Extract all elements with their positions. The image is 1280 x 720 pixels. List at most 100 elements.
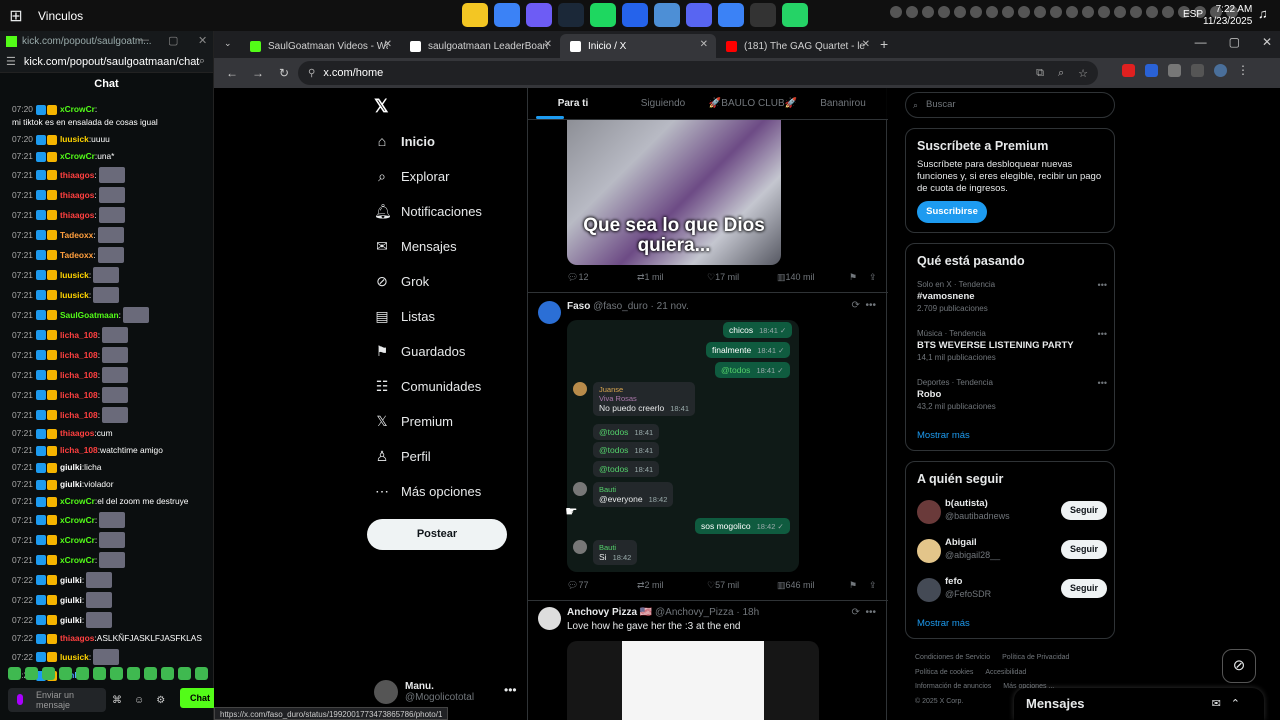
- folder-icon[interactable]: [462, 3, 488, 27]
- notification-bell-icon[interactable]: ♫: [1258, 6, 1268, 21]
- tweet-author-name[interactable]: Anchovy Pizza 🇺🇸: [567, 607, 652, 618]
- tweet-date[interactable]: · 18h: [736, 607, 759, 618]
- chat-username[interactable]: licha_108: [60, 444, 98, 457]
- repost-button[interactable]: ⇄ 2 mil: [637, 580, 707, 591]
- extension-icon[interactable]: [1145, 64, 1158, 77]
- post-button[interactable]: Postear: [367, 519, 507, 550]
- bookmark-icon[interactable]: ⚑: [849, 580, 869, 591]
- tab-close-icon[interactable]: ✕: [700, 39, 708, 50]
- chat-username[interactable]: licha_108: [60, 369, 98, 382]
- browser-tab[interactable]: SaulGoatmaan Videos - Watch✕: [240, 34, 400, 58]
- chat-username[interactable]: licha_108: [60, 349, 98, 362]
- media-controls-icon[interactable]: [1191, 64, 1204, 77]
- tab-close-icon[interactable]: ✕: [862, 39, 870, 50]
- extension-icon[interactable]: [1122, 64, 1135, 77]
- footer-link[interactable]: Condiciones de Servicio: [915, 654, 990, 661]
- chat-username[interactable]: thiaagos: [60, 169, 94, 182]
- tray-app-icon[interactable]: [1130, 6, 1142, 18]
- messages-drawer[interactable]: Mensajes ✉︎⌃: [1014, 688, 1264, 720]
- bookmark-icon[interactable]: ⚑: [849, 272, 869, 283]
- avatar[interactable]: [917, 539, 941, 563]
- chrome-icon[interactable]: [718, 3, 744, 27]
- browser-tab[interactable]: Inicio / X ✕: [560, 34, 716, 58]
- footer-link[interactable]: Accesibilidad: [985, 669, 1026, 676]
- tweet-date[interactable]: · 21 nov.: [651, 301, 689, 312]
- chat-username[interactable]: giulki: [60, 614, 82, 627]
- close-icon[interactable]: ✕: [1262, 35, 1272, 49]
- explorer-icon[interactable]: [654, 3, 680, 27]
- avatar[interactable]: [917, 578, 941, 602]
- nav-item-notificaciones[interactable]: 🔔︎ Notificaciones: [374, 198, 482, 224]
- whatsapp-icon[interactable]: [782, 3, 808, 27]
- follow-button[interactable]: Seguir: [1061, 501, 1107, 520]
- emoji-icon[interactable]: ☺: [134, 695, 144, 706]
- nav-item-grok[interactable]: ⊘ Grok: [374, 268, 429, 294]
- chat-username[interactable]: thiaagos: [60, 189, 94, 202]
- search-icon[interactable]: ⌕: [199, 55, 205, 68]
- tray-app-icon[interactable]: [970, 6, 982, 18]
- chat-username[interactable]: xCrowCr: [60, 103, 95, 116]
- footer-link[interactable]: Información de anuncios: [915, 683, 991, 690]
- nav-item-premium[interactable]: 𝕏 Premium: [374, 408, 453, 434]
- follow-button[interactable]: Seguir: [1061, 540, 1107, 559]
- chat-username[interactable]: licha_108: [60, 389, 98, 402]
- nav-item-inicio[interactable]: ⌂ Inicio: [374, 128, 435, 154]
- settings-gear-icon[interactable]: ⚙: [156, 695, 165, 706]
- tray-app-icon[interactable]: [1050, 6, 1062, 18]
- tray-app-icon[interactable]: [1066, 6, 1078, 18]
- more-icon[interactable]: •••: [504, 683, 517, 697]
- views-button[interactable]: ▥ 140 mil: [777, 272, 849, 283]
- avatar[interactable]: [538, 301, 561, 324]
- forward-arrow-icon[interactable]: →: [246, 66, 270, 80]
- address-bar[interactable]: ⚲ x.com/home ⧉ ⌕ ☆: [298, 61, 1098, 85]
- chat-username[interactable]: thiaagos: [60, 209, 94, 222]
- close-icon[interactable]: ✕: [198, 34, 207, 47]
- extensions-puzzle-icon[interactable]: [1168, 64, 1181, 77]
- search-input[interactable]: ⌕ Buscar: [905, 92, 1115, 118]
- trend-item[interactable]: Solo en X · Tendencia #vamosnene 2.709 pub…: [917, 280, 1107, 314]
- chat-username[interactable]: xCrowCr: [60, 150, 95, 163]
- chat-username[interactable]: giulki: [60, 461, 82, 474]
- tray-app-icon[interactable]: [954, 6, 966, 18]
- tray-app-icon[interactable]: [1018, 6, 1030, 18]
- emote-icon[interactable]: [127, 667, 140, 680]
- tray-app-icon[interactable]: [1162, 6, 1174, 18]
- windows-start-icon[interactable]: ⊞: [0, 0, 32, 31]
- avatar[interactable]: [917, 500, 941, 524]
- emote-icon[interactable]: [195, 667, 208, 680]
- emote-icon[interactable]: [42, 667, 55, 680]
- tweet-author-handle[interactable]: @Anchovy_Pizza: [655, 607, 734, 618]
- tray-app-icon[interactable]: [1034, 6, 1046, 18]
- discord-icon[interactable]: [686, 3, 712, 27]
- footer-link[interactable]: © 2025 X Corp.: [915, 698, 963, 705]
- chat-username[interactable]: licha_108: [60, 409, 98, 422]
- emote-icon[interactable]: [25, 667, 38, 680]
- tray-app-icon[interactable]: [938, 6, 950, 18]
- tray-app-icon[interactable]: [906, 6, 918, 18]
- tray-app-icon[interactable]: [986, 6, 998, 18]
- follow-suggestion[interactable]: fefo @FefoSDR Seguir: [917, 576, 1107, 606]
- chat-input[interactable]: Enviar un mensaje: [8, 688, 106, 712]
- chat-username[interactable]: giulki: [60, 594, 82, 607]
- chat-username[interactable]: giulki: [60, 478, 82, 491]
- chat-message-list[interactable]: 07:20 xCrowCr: mi tiktok es en ensalada d…: [0, 101, 214, 681]
- emote-icon[interactable]: [76, 667, 89, 680]
- nav-item-guardados[interactable]: ⚑ Guardados: [374, 338, 466, 364]
- subscribe-button[interactable]: Suscribirse: [917, 201, 987, 223]
- tweet-media-image[interactable]: chicos 18:41 ✓ finalmente 18:41 ✓ @todos 18…: [567, 320, 799, 572]
- emote-quick-bar[interactable]: [8, 667, 208, 680]
- site-info-icon[interactable]: ⚲: [308, 68, 315, 79]
- new-tab-icon[interactable]: +: [880, 36, 888, 52]
- spotify-icon[interactable]: [590, 3, 616, 27]
- copilot-icon[interactable]: [526, 3, 552, 27]
- chat-username[interactable]: xCrowCr: [60, 554, 95, 567]
- chat-username[interactable]: Tadeoxx: [60, 249, 93, 262]
- chat-username[interactable]: xCrowCr: [60, 495, 95, 508]
- back-arrow-icon[interactable]: ←: [220, 66, 244, 80]
- more-icon[interactable]: •••: [1098, 329, 1107, 339]
- trend-item[interactable]: Deportes · Tendencia Robo 43,2 mil publica…: [917, 378, 1107, 412]
- emote-icon[interactable]: [144, 667, 157, 680]
- emote-icon[interactable]: [161, 667, 174, 680]
- follow-button[interactable]: Seguir: [1061, 579, 1107, 598]
- like-button[interactable]: ♡ 17 mil: [707, 272, 777, 283]
